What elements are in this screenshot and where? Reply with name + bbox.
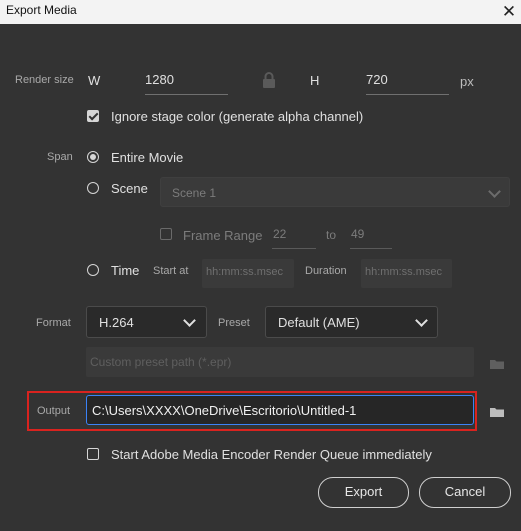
frame-from-field[interactable]: 22 xyxy=(272,224,316,249)
custom-preset-field[interactable]: Custom preset path (*.epr) xyxy=(86,347,474,377)
chevron-down-icon xyxy=(183,314,196,327)
export-button[interactable]: Export xyxy=(318,477,409,508)
ame-queue-checkbox[interactable] xyxy=(87,448,99,460)
width-value: 1280 xyxy=(145,72,174,87)
start-at-field[interactable]: hh:mm:ss.msec xyxy=(202,259,294,288)
chevron-down-icon xyxy=(415,314,428,327)
scene-select[interactable]: Scene 1 xyxy=(160,177,510,207)
folder-icon[interactable] xyxy=(490,357,504,369)
duration-label: Duration xyxy=(305,265,347,277)
format-value: H.264 xyxy=(99,315,134,330)
lock-icon[interactable] xyxy=(262,72,276,88)
time-label[interactable]: Time xyxy=(111,263,139,278)
format-label: Format xyxy=(36,317,71,329)
preset-select[interactable]: Default (AME) xyxy=(265,306,438,338)
format-select[interactable]: H.264 xyxy=(86,306,207,338)
height-field[interactable]: 720 xyxy=(366,70,449,95)
ignore-stage-label[interactable]: Ignore stage color (generate alpha chann… xyxy=(111,109,363,124)
width-field[interactable]: 1280 xyxy=(145,70,228,95)
scene-radio[interactable] xyxy=(87,182,99,194)
output-path-field[interactable]: C:\Users\XXXX\OneDrive\Escritorio\Untitl… xyxy=(86,395,474,425)
entire-movie-radio[interactable] xyxy=(87,151,99,163)
render-size-label: Render size xyxy=(15,74,74,86)
chevron-down-icon xyxy=(488,185,501,198)
frame-to-value: 49 xyxy=(351,227,365,241)
preset-value: Default (AME) xyxy=(278,315,360,330)
duration-field[interactable]: hh:mm:ss.msec xyxy=(361,259,452,288)
close-icon[interactable]: ✕ xyxy=(499,2,519,22)
to-label: to xyxy=(326,228,337,242)
folder-icon[interactable] xyxy=(490,405,504,417)
scene-label[interactable]: Scene xyxy=(111,181,148,196)
frame-from-value: 22 xyxy=(273,227,287,241)
frame-range-checkbox[interactable] xyxy=(160,228,172,240)
ame-queue-label[interactable]: Start Adobe Media Encoder Render Queue i… xyxy=(111,447,432,462)
frame-range-label: Frame Range xyxy=(183,228,263,243)
preset-label: Preset xyxy=(218,317,250,329)
output-path-value: C:\Users\XXXX\OneDrive\Escritorio\Untitl… xyxy=(92,403,357,418)
frame-to-field[interactable]: 49 xyxy=(350,224,392,249)
ignore-stage-checkbox[interactable] xyxy=(87,110,99,122)
scene-select-value: Scene 1 xyxy=(172,186,217,200)
cancel-button[interactable]: Cancel xyxy=(419,477,511,508)
unit-label: px xyxy=(460,74,474,89)
span-label: Span xyxy=(47,151,73,163)
output-label: Output xyxy=(37,405,71,417)
time-radio[interactable] xyxy=(87,264,99,276)
entire-movie-label[interactable]: Entire Movie xyxy=(111,150,183,165)
window-title: Export Media xyxy=(6,3,77,17)
height-label: H xyxy=(310,73,320,88)
height-value: 720 xyxy=(366,72,388,87)
custom-preset-placeholder: Custom preset path (*.epr) xyxy=(90,355,232,369)
title-bar xyxy=(0,0,521,24)
start-at-label: Start at xyxy=(153,265,189,277)
width-label: W xyxy=(88,73,101,88)
